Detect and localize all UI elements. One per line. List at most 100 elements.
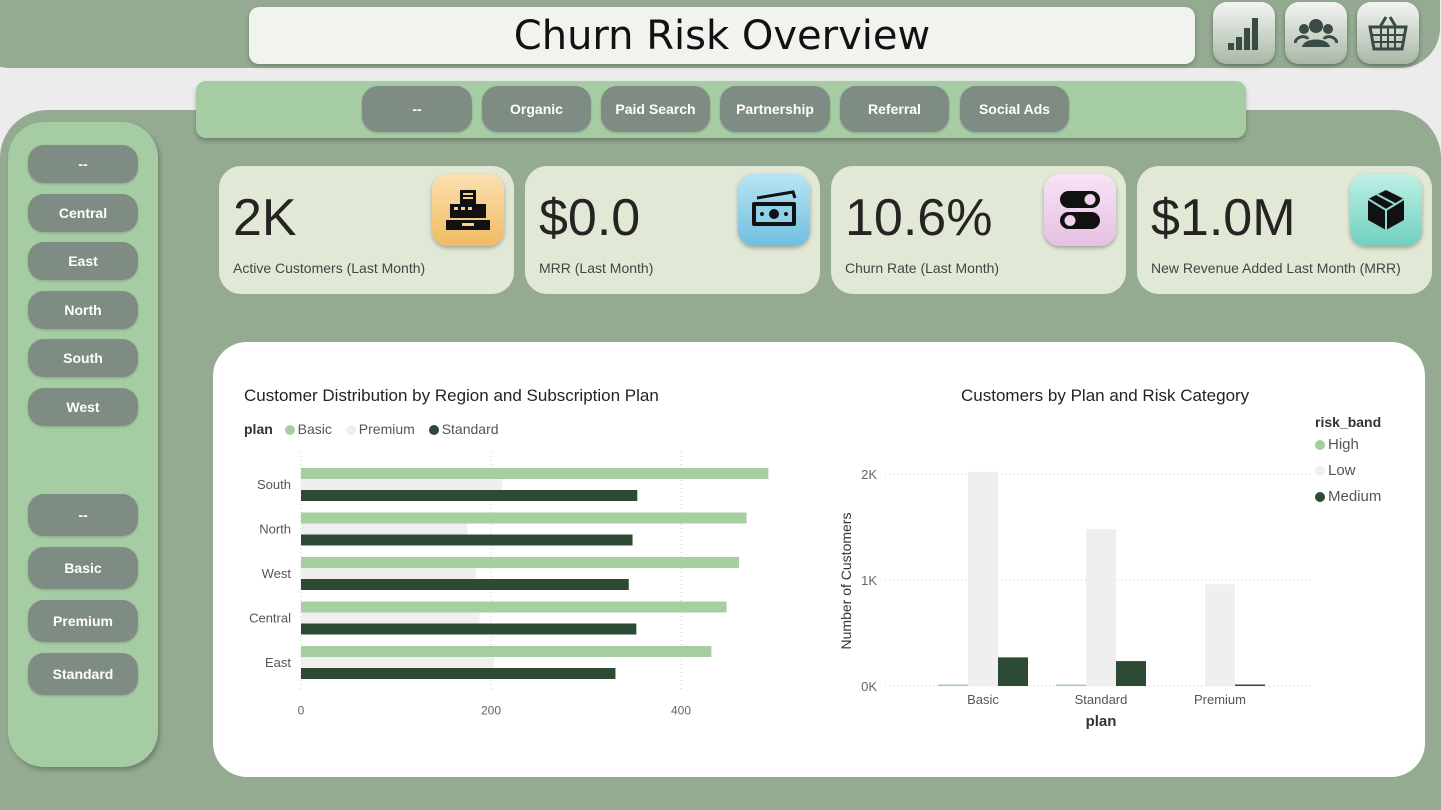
plan-risk-column-chart: 0K 1K 2K Number of Customers Basic Standard Pr… <box>838 467 1313 730</box>
x-tick-label: Premium <box>1194 692 1246 707</box>
channel-option-organic[interactable]: Organic <box>482 86 591 132</box>
x-tick-label: Standard <box>1075 692 1128 707</box>
products-nav-button[interactable] <box>1357 2 1419 64</box>
bar-basic <box>301 468 769 479</box>
risk-legend: risk_band High Low Medium <box>1315 414 1381 505</box>
box-icon <box>1350 174 1422 246</box>
y-axis-title: Number of Customers <box>838 513 854 650</box>
side-filter-panel: -- Central East North South West -- Basi… <box>8 122 158 767</box>
x-tick-label: Basic <box>967 692 999 707</box>
y-tick-label: South <box>257 477 291 492</box>
bar-premium <box>301 568 476 579</box>
bar-basic <box>301 512 747 524</box>
kpi-card-new-revenue: $1.0M New Revenue Added Last Month (MRR) <box>1137 166 1432 294</box>
kpi-card-active-customers: 2K Active Customers (Last Month) <box>219 166 514 294</box>
bar-basic <box>301 601 727 613</box>
legend-swatch-premium <box>345 425 356 435</box>
kpi-label: MRR (Last Month) <box>539 260 654 276</box>
x-tick-label: 400 <box>671 704 691 718</box>
y-tick-label: 0K <box>861 679 877 694</box>
bar-premium <box>301 479 503 490</box>
bar-standard <box>301 668 616 679</box>
legend-title: plan <box>244 421 273 437</box>
region-option-central[interactable]: Central <box>28 194 138 232</box>
kpi-value: 10.6% <box>845 189 993 247</box>
page-title: Churn Risk Overview <box>513 12 931 59</box>
risk-legend-title: risk_band <box>1315 414 1382 430</box>
x-tick-label: 0 <box>298 704 305 718</box>
y-tick-label: Central <box>249 611 291 626</box>
channel-option-referral[interactable]: Referral <box>840 86 949 132</box>
cash-register-icon <box>432 174 504 246</box>
toggle-icon <box>1044 174 1116 246</box>
kpi-value: 2K <box>233 189 297 247</box>
channel-option-all[interactable]: -- <box>362 86 472 132</box>
legend-label-basic: Basic <box>297 421 332 437</box>
kpi-label: New Revenue Added Last Month (MRR) <box>1151 260 1401 276</box>
bar-premium <box>301 523 468 535</box>
plan-legend: plan Basic Premium Standard <box>244 421 499 437</box>
plan-option-basic[interactable]: Basic <box>28 547 138 589</box>
legend-label-high: High <box>1328 436 1359 453</box>
legend-label-medium: Medium <box>1328 488 1382 505</box>
column-medium <box>998 657 1028 686</box>
channel-option-paid-search[interactable]: Paid Search <box>601 86 710 132</box>
kpi-value: $1.0M <box>1151 189 1296 247</box>
column-medium <box>1235 684 1265 686</box>
region-plan-bar-chart: 0 200 400 South North West Central East <box>249 452 769 718</box>
column-low <box>1086 529 1116 686</box>
kpi-label: Active Customers (Last Month) <box>233 260 426 276</box>
title-box: Churn Risk Overview <box>249 7 1195 64</box>
channel-option-partnership[interactable]: Partnership <box>720 86 830 132</box>
region-option-west[interactable]: West <box>28 388 138 426</box>
legend-swatch-high <box>1315 440 1325 450</box>
bar-standard <box>301 623 637 635</box>
x-tick-label: 200 <box>481 704 501 718</box>
charts-card: Customer Distribution by Region and Subs… <box>213 342 1425 777</box>
kpi-label: Churn Rate (Last Month) <box>845 260 1000 276</box>
y-tick-label: 2K <box>861 467 877 482</box>
users-icon <box>1294 19 1338 47</box>
bar-standard <box>301 579 629 590</box>
legend-label-low: Low <box>1328 462 1356 479</box>
y-tick-label: North <box>259 522 291 537</box>
region-option-east[interactable]: East <box>28 242 138 280</box>
report-nav-button[interactable] <box>1213 2 1275 64</box>
plan-option-all[interactable]: -- <box>28 494 138 536</box>
legend-swatch-basic <box>284 425 295 435</box>
region-option-south[interactable]: South <box>28 339 138 377</box>
channel-filter-bar: -- Organic Paid Search Partnership Refer… <box>196 81 1246 138</box>
region-option-all[interactable]: -- <box>28 145 138 183</box>
kpi-card-churn-rate: 10.6% Churn Rate (Last Month) <box>831 166 1126 294</box>
column-low <box>1205 584 1235 686</box>
legend-swatch-standard <box>428 425 439 435</box>
legend-label-standard: Standard <box>441 421 499 437</box>
column-high <box>1056 684 1086 686</box>
bar-chart-title: Customer Distribution by Region and Subs… <box>244 386 659 405</box>
money-icon <box>738 174 810 246</box>
x-axis-title: plan <box>1086 713 1117 730</box>
y-tick-label: West <box>262 566 292 581</box>
bar-standard <box>301 490 638 501</box>
channel-option-social-ads[interactable]: Social Ads <box>960 86 1069 132</box>
plan-option-premium[interactable]: Premium <box>28 600 138 642</box>
region-option-north[interactable]: North <box>28 291 138 329</box>
bar-basic <box>301 646 712 657</box>
bar-premium <box>301 612 480 624</box>
plan-option-standard[interactable]: Standard <box>28 653 138 695</box>
bar-standard <box>301 534 633 546</box>
bar-basic <box>301 557 739 568</box>
kpi-card-mrr: $0.0 MRR (Last Month) <box>525 166 820 294</box>
column-chart-title: Customers by Plan and Risk Category <box>961 386 1250 405</box>
column-low <box>968 471 998 686</box>
legend-label-premium: Premium <box>358 421 415 437</box>
column-medium <box>1116 661 1146 686</box>
y-tick-label: East <box>265 655 291 670</box>
column-high <box>938 684 968 686</box>
bar-premium <box>301 657 494 668</box>
bar-chart-icon <box>1228 18 1258 50</box>
kpi-value: $0.0 <box>539 189 641 247</box>
y-tick-label: 1K <box>861 573 877 588</box>
customers-nav-button[interactable] <box>1285 2 1347 64</box>
basket-icon <box>1368 16 1408 51</box>
